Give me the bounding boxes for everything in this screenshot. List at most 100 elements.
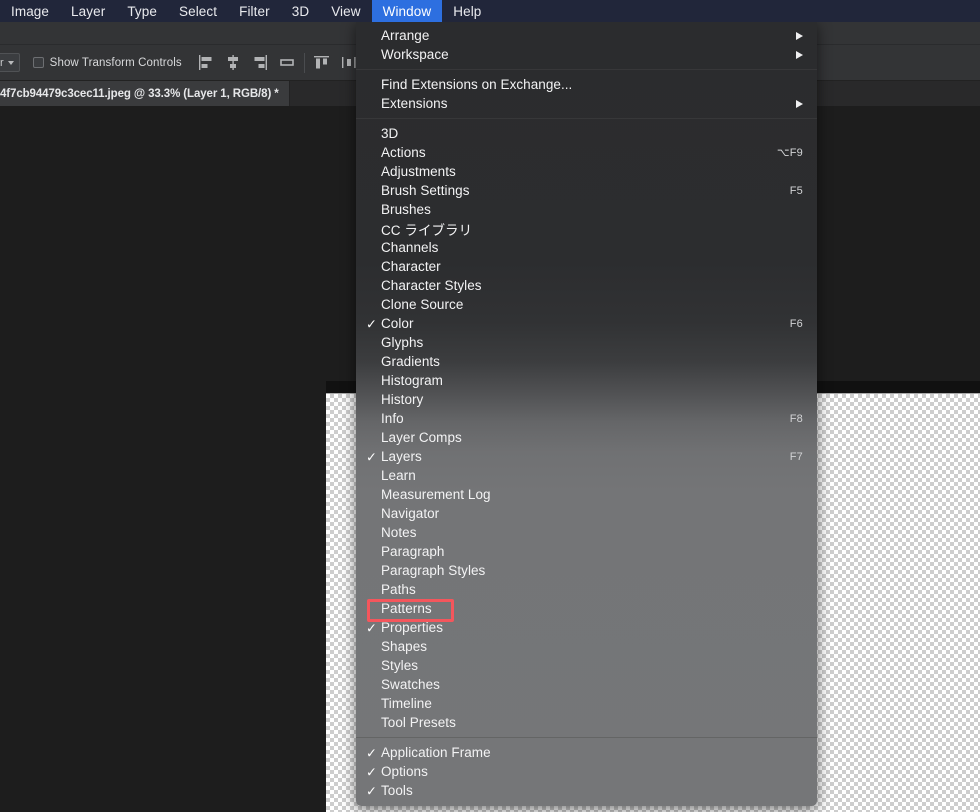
toolbar-divider [303,52,305,73]
menubar-item-window[interactable]: Window [371,0,443,22]
menu-item-layer-comps[interactable]: Layer Comps [356,428,817,447]
menu-item-shortcut: ⌥F9 [776,147,803,159]
menu-item-tool-presets[interactable]: Tool Presets [356,713,817,732]
menu-item-cc-ライブラリ[interactable]: CC ライブラリ [356,219,817,238]
checkmark-icon: ✓ [366,620,377,635]
window-menu-items: Arrange Workspace Find Extensions on Excha… [356,22,817,806]
menu-item-color[interactable]: ✓ Color F6 [356,314,817,333]
checkmark-icon: ✓ [366,745,377,760]
menu-item-channels[interactable]: Channels [356,238,817,257]
document-tab[interactable]: 4f7cb94479c3cec11.jpeg @ 33.3% (Layer 1,… [0,81,290,106]
menu-item-info[interactable]: Info F8 [356,409,817,428]
menu-item-shapes[interactable]: Shapes [356,637,817,656]
menu-item-label: Paragraph Styles [381,563,486,578]
menu-item-label: Channels [381,240,439,255]
menu-item-shortcut: F6 [789,317,803,330]
menu-item-label: Workspace [381,47,449,62]
menu-item-paths[interactable]: Paths [356,580,817,599]
menu-item-label: Glyphs [381,335,424,350]
menu-item-label: Gradients [381,354,440,369]
menubar-item-3d[interactable]: 3D [281,0,320,22]
tool-preset-value: r [0,56,4,69]
menu-item-label: Shapes [381,639,428,654]
menu-item-label: Clone Source [381,297,464,312]
align-right-edges-icon[interactable] [252,55,268,70]
menu-item-label: Properties [381,620,444,635]
menu-item-label: Arrange [381,28,430,43]
menu-item-timeline[interactable]: Timeline [356,694,817,713]
menu-item-label: Options [381,764,428,779]
menu-item-measurement-log[interactable]: Measurement Log [356,485,817,504]
menu-item-character-styles[interactable]: Character Styles [356,276,817,295]
menu-item-label: Patterns [381,601,432,616]
menu-item-properties[interactable]: ✓ Properties [356,618,817,637]
show-transform-controls-label: Show Transform Controls [49,56,182,69]
menu-item-find-extensions-on-exchange[interactable]: Find Extensions on Exchange... [356,75,817,94]
menu-item-actions[interactable]: Actions ⌥F9 [356,143,817,162]
submenu-arrow-icon [796,99,803,108]
align-vertical-centers-icon[interactable] [279,55,295,70]
menu-item-glyphs[interactable]: Glyphs [356,333,817,352]
align-left-edges-icon[interactable] [198,55,214,70]
menu-item-application-frame[interactable]: ✓ Application Frame [356,743,817,762]
menu-item-label: Brushes [381,202,431,217]
align-horizontal-centers-icon[interactable] [225,55,241,70]
menu-item-tools[interactable]: ✓ Tools [356,781,817,800]
menu-item-label: Adjustments [381,164,456,179]
menu-item-paragraph-styles[interactable]: Paragraph Styles [356,561,817,580]
menu-item-patterns[interactable]: Patterns [356,599,817,618]
submenu-arrow-icon [796,31,803,40]
menubar-item-help[interactable]: Help [442,0,492,22]
menu-item-brushes[interactable]: Brushes [356,200,817,219]
menu-item-label: Measurement Log [381,487,491,502]
menu-item-layers[interactable]: ✓ Layers F7 [356,447,817,466]
tool-preset-dropdown[interactable]: r [0,53,20,72]
menu-item-gradients[interactable]: Gradients [356,352,817,371]
menubar-item-view[interactable]: View [320,0,371,22]
menu-item-styles[interactable]: Styles [356,656,817,675]
menu-item-histogram[interactable]: Histogram [356,371,817,390]
menubar-item-layer[interactable]: Layer [60,0,116,22]
menu-item-label: Timeline [381,696,432,711]
menu-item-label: 3D [381,126,399,141]
menu-item-adjustments[interactable]: Adjustments [356,162,817,181]
menu-item-label: Tool Presets [381,715,456,730]
menu-item-workspace[interactable]: Workspace [356,45,817,64]
menu-item-label: Navigator [381,506,440,521]
menu-item-shortcut: F5 [789,184,803,197]
menu-item-label: Brush Settings [381,183,470,198]
show-transform-controls-checkbox[interactable]: Show Transform Controls [32,56,182,69]
distribute-horizontal-icon[interactable] [341,55,357,70]
menu-item-character[interactable]: Character [356,257,817,276]
menubar-item-filter[interactable]: Filter [228,0,281,22]
menu-item-options[interactable]: ✓ Options [356,762,817,781]
menu-item-learn[interactable]: Learn [356,466,817,485]
menu-item-arrange[interactable]: Arrange [356,26,817,45]
menu-item-history[interactable]: History [356,390,817,409]
window-dropdown-menu[interactable]: Arrange Workspace Find Extensions on Excha… [356,22,817,806]
menu-item-extensions[interactable]: Extensions [356,94,817,113]
menu-item-label: Paragraph [381,544,445,559]
menu-item-3d[interactable]: 3D [356,124,817,143]
menu-item-label: Info [381,411,404,426]
menu-item-clone-source[interactable]: Clone Source [356,295,817,314]
menu-separator [356,69,817,70]
menubar-item-type[interactable]: Type [116,0,168,22]
checkmark-icon: ✓ [366,764,377,779]
submenu-arrow-icon [796,50,803,59]
menu-item-brush-settings[interactable]: Brush Settings F5 [356,181,817,200]
menu-item-label: Actions [381,145,426,160]
menu-item-label: Notes [381,525,417,540]
menu-item-paragraph[interactable]: Paragraph [356,542,817,561]
menubar-item-select[interactable]: Select [168,0,228,22]
align-top-edges-icon[interactable] [313,55,330,70]
menu-item-navigator[interactable]: Navigator [356,504,817,523]
menu-item-notes[interactable]: Notes [356,523,817,542]
menubar-item-image[interactable]: Image [0,0,60,22]
menu-item-label: Application Frame [381,745,491,760]
menu-item-swatches[interactable]: Swatches [356,675,817,694]
menu-separator [356,118,817,119]
menu-item-label: Learn [381,468,416,483]
menu-item-label: History [381,392,424,407]
menu-separator [356,737,817,738]
